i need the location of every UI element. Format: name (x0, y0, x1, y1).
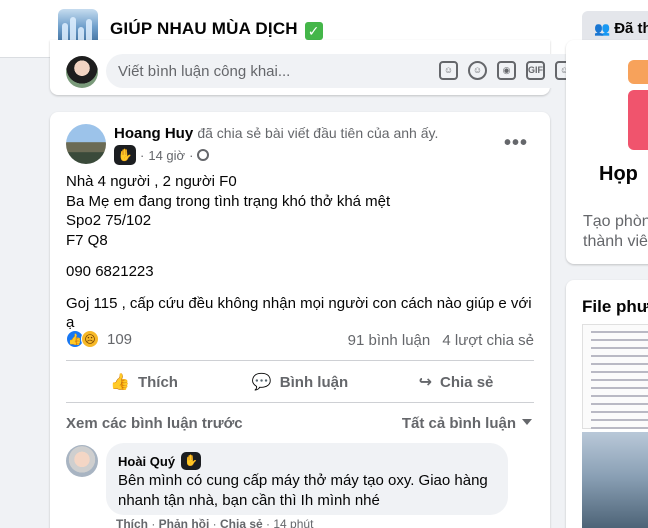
author-name[interactable]: Hoang Huy (114, 125, 193, 142)
comment-input[interactable]: Viết bình luận công khai... ☺ ☺ ◉ GIF ☺ (106, 54, 584, 88)
illustration (628, 60, 648, 84)
wave-hand-icon: ✋ (181, 452, 202, 470)
comment-icon: 💬 (251, 374, 272, 391)
comment-button[interactable]: 💬 Bình luận (222, 364, 378, 400)
meta-dot-2: · (189, 147, 194, 163)
sad-reaction-icon: ☹ (81, 330, 99, 348)
commenter-avatar[interactable] (66, 445, 98, 477)
thumbs-up-icon: 👍 (110, 374, 130, 391)
post-card: Hoang Huy đã chia sẻ bài viết đầu tiên c… (50, 112, 550, 528)
camera-icon[interactable]: ◉ (497, 61, 516, 80)
wave-hand-icon: ✋ (114, 145, 136, 165)
comment-filter-dropdown[interactable]: Tất cả bình luận (402, 415, 532, 432)
post-meta: ✋ · 14 giờ · (114, 145, 210, 165)
previous-post-card: Viết bình luận công khai... ☺ ☺ ◉ GIF ☺ (50, 40, 584, 95)
comment-share-link[interactable]: Chia sẻ (220, 517, 263, 528)
more-options-button[interactable]: ••• (504, 132, 528, 155)
post-header-line: Hoang Huy đã chia sẻ bài viết đầu tiên c… (114, 125, 438, 142)
globe-icon (197, 149, 210, 161)
divider (66, 360, 534, 361)
divider (66, 402, 534, 403)
comments-count[interactable]: 91 bình luận (348, 332, 431, 349)
gif-icon[interactable]: GIF (526, 61, 545, 80)
meeting-card: Họp Tạo phòn thành viê (566, 40, 648, 264)
post-phone: 090 6821223 (66, 263, 154, 280)
meeting-title: Họp (599, 163, 638, 185)
commenter-name[interactable]: Hoài Quý (118, 454, 175, 469)
view-previous-comments[interactable]: Xem các bình luận trước (66, 415, 243, 432)
illustration (628, 90, 648, 150)
post-line: Goj 115 , cấp cứu đều không nhận mọi ngư… (66, 294, 532, 332)
comment-actions: Thích · Phản hồi · Chia sẻ · 14 phút (116, 517, 313, 528)
meeting-description: Tạo phòn thành viê (583, 213, 648, 250)
like-button[interactable]: 👍 Thích (66, 364, 222, 400)
share-button[interactable]: ↪ Chia sẻ (378, 364, 534, 400)
post-actions: 👍 Thích 💬 Bình luận ↪ Chia sẻ (66, 364, 534, 400)
author-avatar[interactable] (66, 124, 106, 164)
reaction-count: 109 (107, 330, 133, 348)
comment-placeholder: Viết bình luận công khai... (118, 63, 291, 80)
shares-count[interactable]: 4 lượt chia sẻ (442, 332, 534, 349)
comment-like-link[interactable]: Thích (116, 517, 148, 528)
files-title[interactable]: File phươ (582, 297, 648, 317)
avatar-sticker-icon[interactable]: ☺ (439, 61, 458, 80)
comment-reply-link[interactable]: Phản hồi (159, 517, 210, 528)
post-action-text: đã chia sẻ bài viết đầu tiên của anh ấy. (197, 125, 439, 141)
share-icon: ↪ (418, 374, 433, 391)
engagement-counts: 91 bình luận 4 lượt chia sẻ (348, 332, 534, 349)
document-thumbnail[interactable] (582, 324, 648, 437)
current-user-avatar[interactable] (66, 56, 98, 88)
verified-check-icon: ✓ (304, 22, 323, 40)
post-time[interactable]: 14 giờ (148, 148, 185, 163)
comment-text: Bên mình có cung cấp máy thở máy tạo oxy… (118, 472, 488, 509)
post-line: Nhà 4 người , 2 người F0 (66, 173, 237, 190)
chevron-down-icon (522, 419, 532, 425)
post-line: Ba Mẹ em đang trong tình trạng khó thở k… (66, 192, 391, 210)
comment-bubble: Hoài Quý ✋ Bên mình có cung cấp máy thở … (106, 443, 508, 515)
group-name[interactable]: GIÚP NHAU MÙA DỊCH ✓ (110, 19, 323, 40)
comment-time[interactable]: 14 phút (273, 517, 313, 528)
emoji-icon[interactable]: ☺ (468, 61, 487, 80)
photo-thumbnail[interactable] (582, 432, 648, 528)
post-line: F7 Q8 (66, 231, 108, 249)
files-card: File phươ (566, 280, 648, 528)
commenter-name-row: Hoài Quý ✋ (118, 452, 202, 470)
comment-tools: ☺ ☺ ◉ GIF ☺ (439, 61, 574, 80)
reactions-summary[interactable]: 👍 ☹ 109 (66, 330, 132, 348)
meta-dot: · (140, 147, 145, 163)
post-body: Nhà 4 người , 2 người F0 Ba Mẹ em đang t… (66, 172, 536, 333)
post-line: Spo2 75/102 (66, 212, 152, 229)
